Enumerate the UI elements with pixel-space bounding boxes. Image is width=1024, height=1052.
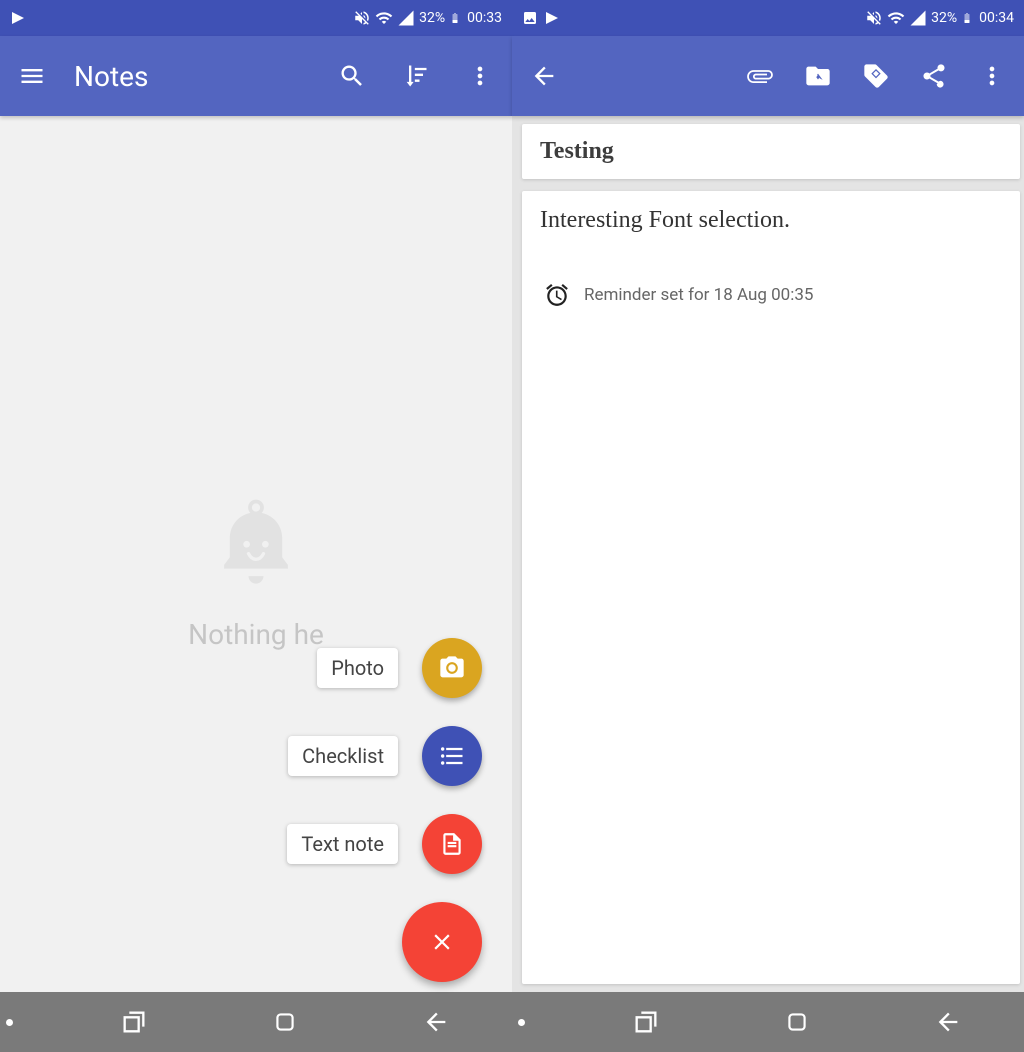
app-bar: Notes bbox=[0, 36, 512, 116]
recent-apps-button[interactable] bbox=[104, 1002, 164, 1042]
status-left bbox=[522, 10, 560, 26]
screen-notes-list: 32% 00:33 Notes bbox=[0, 0, 512, 1052]
reminder-text: Reminder set for 18 Aug 00:35 bbox=[584, 285, 813, 305]
empty-state: Nothing he bbox=[188, 498, 324, 651]
home-button[interactable] bbox=[767, 1002, 827, 1042]
back-arrow-icon[interactable] bbox=[530, 62, 558, 90]
nav-indicator bbox=[6, 1019, 13, 1026]
status-left bbox=[10, 10, 26, 26]
camera-icon bbox=[438, 654, 466, 682]
search-icon[interactable] bbox=[338, 62, 366, 90]
fab-textnote-button[interactable] bbox=[422, 814, 482, 874]
android-nav-bar bbox=[0, 992, 512, 1052]
nav-indicator bbox=[518, 1019, 525, 1026]
home-button[interactable] bbox=[255, 1002, 315, 1042]
appbar-actions bbox=[338, 62, 494, 90]
fab-label-textnote[interactable]: Text note bbox=[287, 824, 398, 864]
fab-row-textnote: Text note bbox=[287, 814, 482, 874]
wifi-icon bbox=[887, 9, 905, 27]
clock-text: 00:34 bbox=[979, 10, 1014, 26]
fab-row-checklist: Checklist bbox=[288, 726, 482, 786]
fab-row-photo: Photo bbox=[317, 638, 482, 698]
close-icon bbox=[429, 929, 455, 955]
fab-label-photo[interactable]: Photo bbox=[317, 648, 398, 688]
android-nav-bar bbox=[512, 992, 1024, 1052]
note-body-card[interactable]: Interesting Font selection. Reminder set… bbox=[522, 191, 1020, 984]
wifi-icon bbox=[375, 9, 393, 27]
note-content: Testing Interesting Font selection. Remi… bbox=[512, 116, 1024, 992]
mute-icon bbox=[353, 9, 371, 27]
more-icon[interactable] bbox=[978, 62, 1006, 90]
status-right: 32% 00:33 bbox=[353, 9, 502, 27]
fab-checklist-button[interactable] bbox=[422, 726, 482, 786]
play-icon bbox=[10, 10, 26, 26]
note-icon bbox=[439, 831, 465, 857]
image-icon bbox=[522, 10, 538, 26]
status-bar: 32% 00:34 bbox=[512, 0, 1024, 36]
signal-icon bbox=[909, 9, 927, 27]
status-bar: 32% 00:33 bbox=[0, 0, 512, 36]
note-body-text: Interesting Font selection. bbox=[540, 207, 1002, 234]
back-button[interactable] bbox=[406, 1002, 466, 1042]
fab-photo-button[interactable] bbox=[422, 638, 482, 698]
tag-icon[interactable] bbox=[862, 62, 890, 90]
bell-face-icon bbox=[211, 498, 301, 598]
page-title: Notes bbox=[74, 60, 148, 93]
attachment-icon[interactable] bbox=[746, 62, 774, 90]
sort-icon[interactable] bbox=[402, 62, 430, 90]
recent-apps-button[interactable] bbox=[616, 1002, 676, 1042]
fab-menu: Photo Checklist Text note bbox=[287, 638, 482, 982]
fab-close-button[interactable] bbox=[402, 902, 482, 982]
battery-icon bbox=[449, 9, 461, 27]
share-icon[interactable] bbox=[920, 62, 948, 90]
status-right: 32% 00:34 bbox=[865, 9, 1014, 27]
mute-icon bbox=[865, 9, 883, 27]
fab-label-checklist[interactable]: Checklist bbox=[288, 736, 398, 776]
clock-text: 00:33 bbox=[467, 10, 502, 26]
signal-icon bbox=[397, 9, 415, 27]
more-icon[interactable] bbox=[466, 62, 494, 90]
battery-percent: 32% bbox=[931, 10, 957, 26]
back-button[interactable] bbox=[918, 1002, 978, 1042]
appbar-actions bbox=[746, 62, 1006, 90]
reminder-row[interactable]: Reminder set for 18 Aug 00:35 bbox=[540, 282, 1002, 308]
content-empty: Nothing he Photo Checklist bbox=[0, 116, 512, 992]
alarm-icon bbox=[544, 282, 570, 308]
battery-icon bbox=[961, 9, 973, 27]
hamburger-menu-icon[interactable] bbox=[18, 62, 46, 90]
battery-percent: 32% bbox=[419, 10, 445, 26]
list-icon bbox=[438, 742, 466, 770]
note-title: Testing bbox=[522, 124, 1020, 179]
play-icon bbox=[544, 10, 560, 26]
app-bar-detail bbox=[512, 36, 1024, 116]
fab-row-close bbox=[402, 902, 482, 982]
category-icon[interactable] bbox=[804, 62, 832, 90]
screen-note-detail: 32% 00:34 bbox=[512, 0, 1024, 1052]
note-title-card[interactable]: Testing bbox=[522, 124, 1020, 179]
